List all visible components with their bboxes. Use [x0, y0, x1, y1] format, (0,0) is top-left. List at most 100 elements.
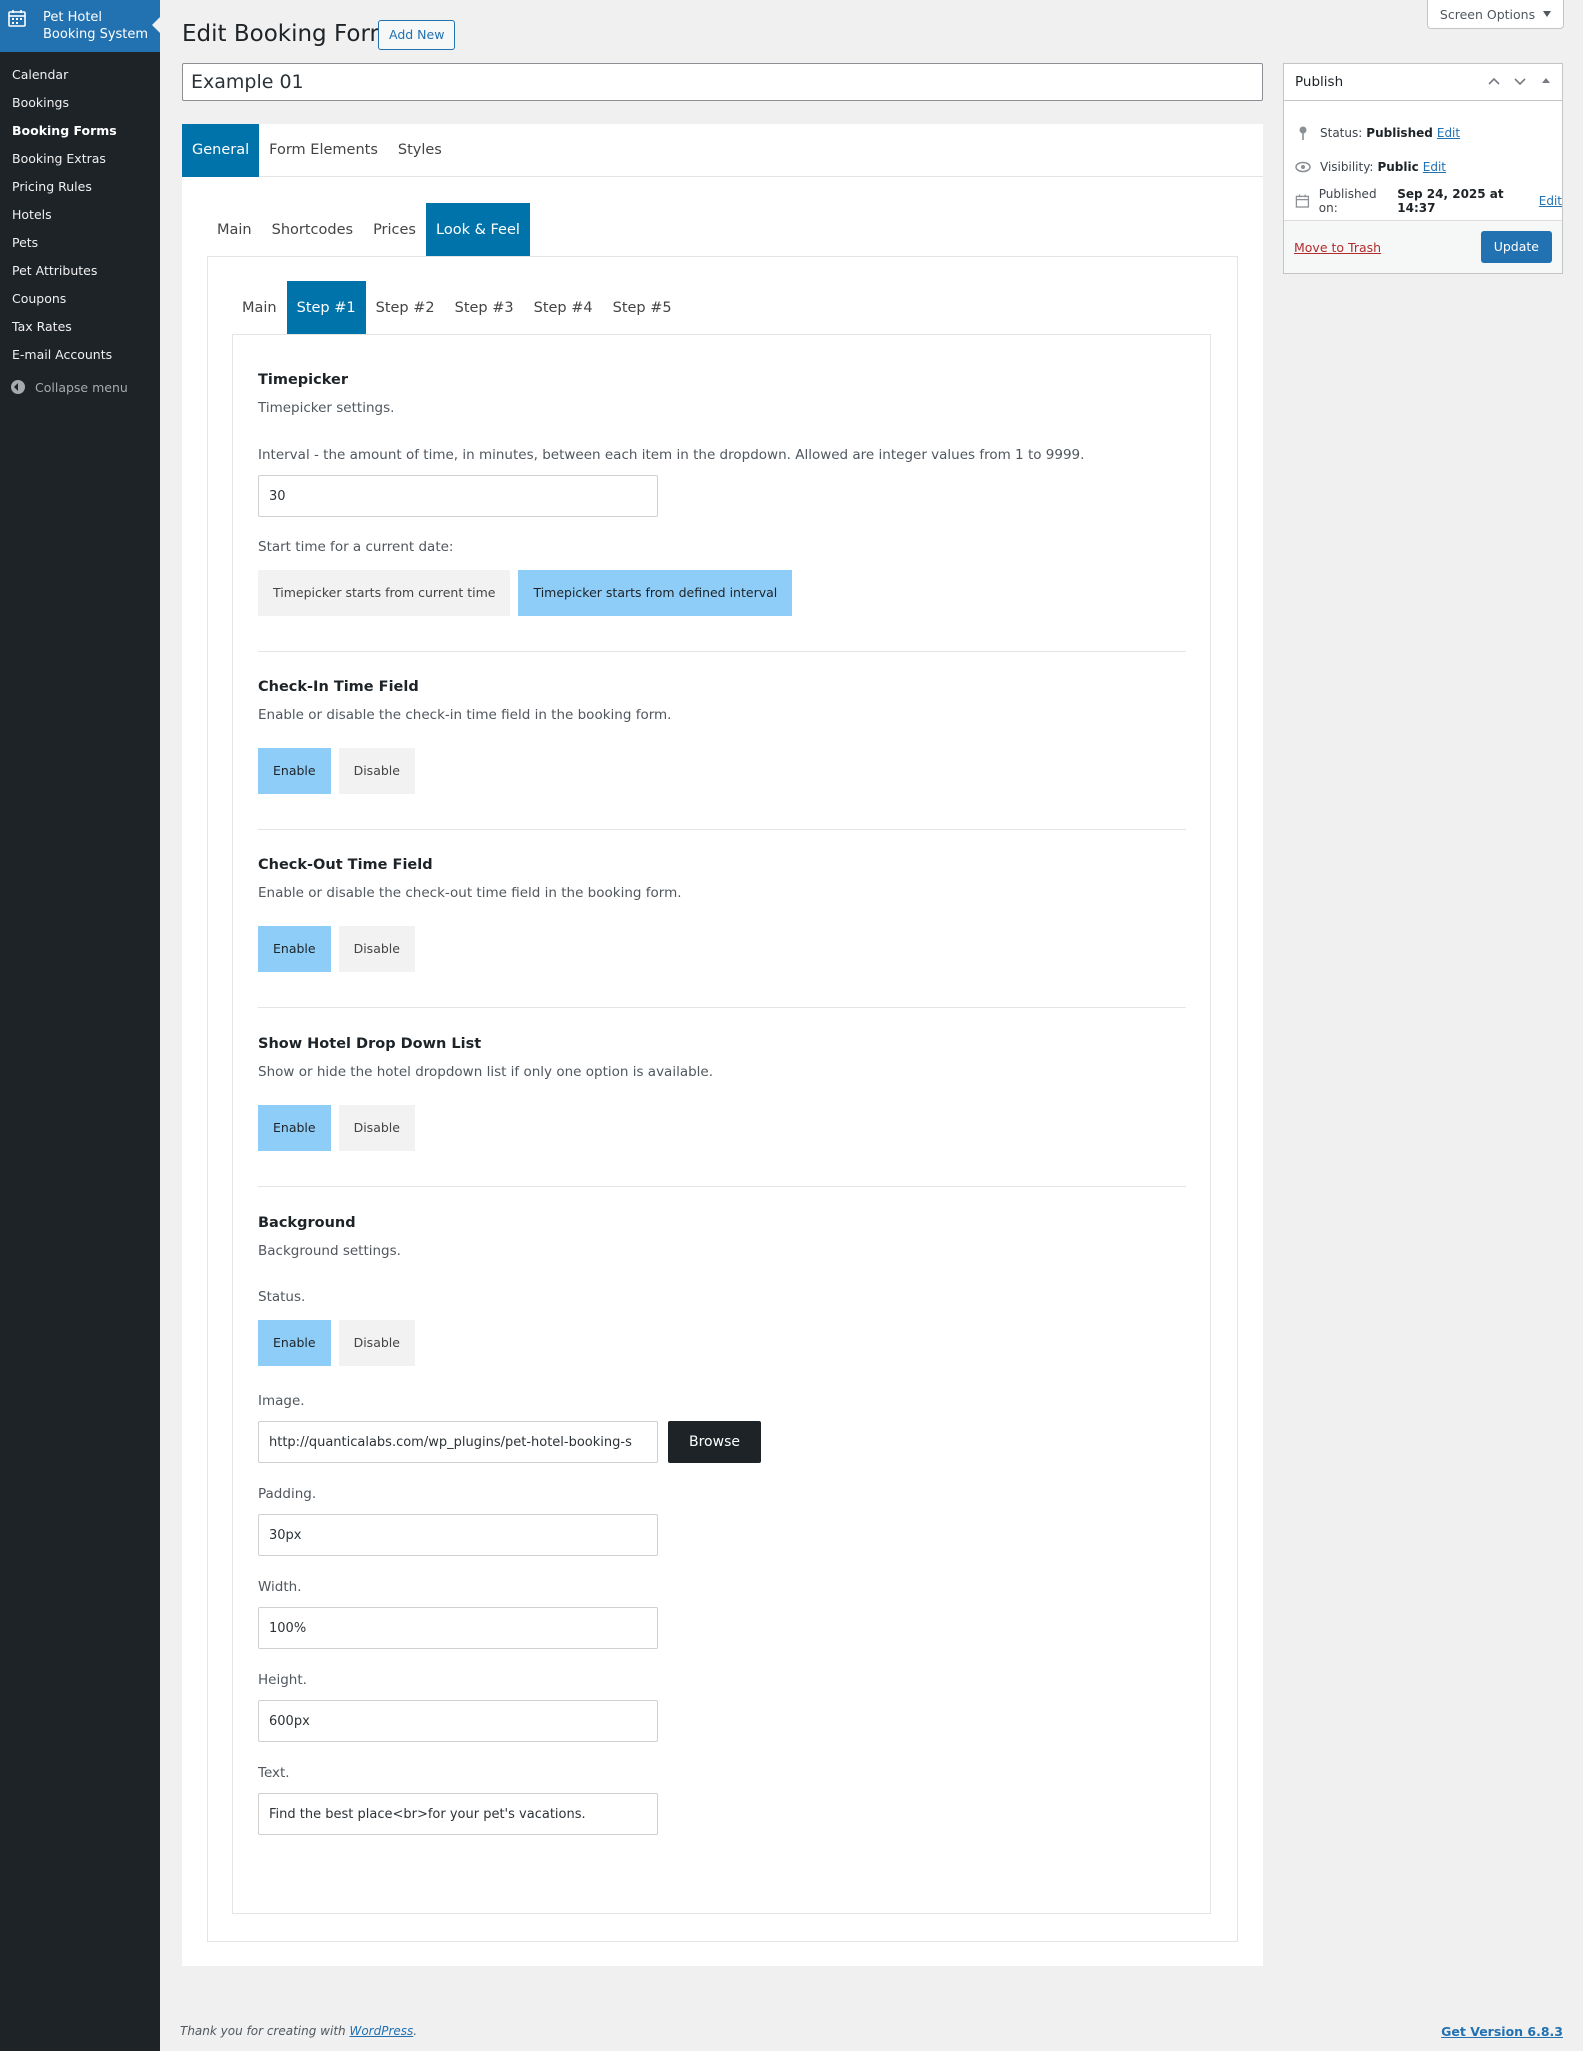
- checkin-disable-button[interactable]: Disable: [338, 748, 415, 794]
- checkin-desc: Enable or disable the check-in time fiel…: [258, 707, 672, 723]
- footer-thanks-suffix: .: [413, 2024, 418, 2038]
- timepicker-desc: Timepicker settings.: [258, 400, 395, 416]
- tab-prices[interactable]: Prices: [363, 203, 426, 257]
- width-label: Width.: [258, 1579, 302, 1595]
- sidebar-item-bookings[interactable]: Bookings: [0, 89, 160, 117]
- background-status-label: Status.: [258, 1289, 306, 1305]
- timepicker-defined-interval-button[interactable]: Timepicker starts from defined interval: [518, 570, 793, 616]
- browse-button[interactable]: Browse: [668, 1421, 761, 1463]
- divider: [258, 829, 1186, 830]
- calendar-icon: [8, 10, 26, 27]
- get-version-link[interactable]: Get Version 6.8.3: [1441, 2024, 1563, 2039]
- sidebar-item-email-accounts[interactable]: E-mail Accounts: [0, 341, 160, 369]
- image-row: http://quanticalabs.com/wp_plugins/pet-h…: [258, 1421, 1186, 1463]
- tab-inner-main[interactable]: Main: [232, 281, 287, 335]
- divider: [258, 1186, 1186, 1187]
- tabs-inner: Main Step #1 Step #2 Step #3 Step #4 Ste…: [232, 281, 1211, 335]
- screen-options-label: Screen Options: [1439, 6, 1536, 22]
- divider: [258, 1007, 1186, 1008]
- width-input[interactable]: 100%: [258, 1607, 658, 1649]
- sidebar-item-coupons[interactable]: Coupons: [0, 285, 160, 313]
- start-time-label: Start time for a current date:: [258, 539, 454, 555]
- tab-step-4[interactable]: Step #4: [524, 281, 603, 335]
- add-new-button[interactable]: Add New: [378, 20, 456, 50]
- padding-label: Padding.: [258, 1486, 317, 1502]
- sidebar-item-hotels[interactable]: Hotels: [0, 201, 160, 229]
- publish-status-row: Status: Published Edit: [1284, 116, 1562, 150]
- tab-form-elements[interactable]: Form Elements: [259, 124, 388, 177]
- wordpress-link[interactable]: WordPress: [349, 2024, 413, 2038]
- sidebar-item-pets[interactable]: Pets: [0, 229, 160, 257]
- publish-box: Publish Status: Published Edit Visibilit…: [1283, 63, 1563, 274]
- status-label: Status:: [1320, 126, 1363, 140]
- collapse-menu-button[interactable]: Collapse menu: [0, 372, 160, 402]
- update-button[interactable]: Update: [1480, 231, 1552, 263]
- background-text-input[interactable]: Find the best place<br>for your pet's va…: [258, 1793, 658, 1835]
- checkin-title: Check-In Time Field: [258, 679, 419, 695]
- move-to-trash-link[interactable]: Move to Trash: [1294, 240, 1381, 255]
- toggle-panel-icon[interactable]: [1538, 73, 1554, 89]
- padding-input[interactable]: 30px: [258, 1514, 658, 1556]
- tab-step-3[interactable]: Step #3: [445, 281, 524, 335]
- sidebar-item-booking-extras[interactable]: Booking Extras: [0, 145, 160, 173]
- hotel-dropdown-desc: Show or hide the hotel dropdown list if …: [258, 1064, 714, 1080]
- checkout-title: Check-Out Time Field: [258, 857, 433, 873]
- form-title-input[interactable]: [182, 63, 1263, 101]
- tab-shortcodes[interactable]: Shortcodes: [262, 203, 363, 257]
- published-label: Published on:: [1318, 187, 1377, 215]
- sidebar-item-pet-attributes[interactable]: Pet Attributes: [0, 257, 160, 285]
- step-1-content: Timepicker Timepicker settings. Interval…: [258, 372, 1186, 1835]
- background-title: Background: [258, 1215, 356, 1231]
- hotel-dropdown-toggle: Enable Disable: [258, 1105, 1186, 1151]
- background-image-input[interactable]: http://quanticalabs.com/wp_plugins/pet-h…: [258, 1421, 658, 1463]
- checkout-disable-button[interactable]: Disable: [338, 926, 415, 972]
- eye-icon: [1295, 161, 1311, 173]
- tab-step-1[interactable]: Step #1: [286, 281, 366, 335]
- sidebar-item-tax-rates[interactable]: Tax Rates: [0, 313, 160, 341]
- background-disable-button[interactable]: Disable: [338, 1320, 415, 1366]
- text-label: Text.: [258, 1765, 290, 1781]
- tab-look-and-feel[interactable]: Look & Feel: [426, 203, 530, 257]
- publish-visibility-row: Visibility: Public Edit: [1284, 150, 1562, 184]
- sidebar-item-pricing-rules[interactable]: Pricing Rules: [0, 173, 160, 201]
- height-input[interactable]: 600px: [258, 1700, 658, 1742]
- visibility-edit-link[interactable]: Edit: [1423, 160, 1446, 174]
- background-enable-button[interactable]: Enable: [258, 1320, 331, 1366]
- screen-options-button[interactable]: Screen Options: [1427, 0, 1564, 29]
- calendar-icon: [1295, 194, 1310, 208]
- admin-sidebar: Pet Hotel Booking System Calendar Bookin…: [0, 0, 160, 2051]
- publish-header: Publish: [1284, 64, 1562, 101]
- visibility-value: Public: [1377, 160, 1419, 174]
- tab-step-5[interactable]: Step #5: [603, 281, 682, 335]
- timepicker-current-time-button[interactable]: Timepicker starts from current time: [258, 570, 511, 616]
- tabs-mid: Main Shortcodes Prices Look & Feel: [207, 203, 1238, 257]
- interval-label: Interval - the amount of time, in minute…: [258, 447, 1085, 463]
- tab-step-2[interactable]: Step #2: [366, 281, 445, 335]
- hotel-dropdown-disable-button[interactable]: Disable: [338, 1105, 415, 1151]
- hotel-dropdown-enable-button[interactable]: Enable: [258, 1105, 331, 1151]
- published-edit-link[interactable]: Edit: [1539, 194, 1562, 208]
- tab-general[interactable]: General: [182, 124, 260, 177]
- publish-actions: Move to Trash Update: [1284, 220, 1562, 273]
- pin-icon: [1299, 126, 1307, 140]
- checkin-enable-button[interactable]: Enable: [258, 748, 331, 794]
- publish-body: Status: Published Edit Visibility: Publi…: [1284, 101, 1562, 218]
- tab-styles[interactable]: Styles: [388, 124, 452, 177]
- status-value: Published: [1366, 126, 1433, 140]
- publish-title: Publish: [1295, 74, 1344, 90]
- publish-controls: [1486, 73, 1554, 89]
- page-title: Edit Booking Form: [182, 21, 392, 47]
- sidebar-item-calendar[interactable]: Calendar: [0, 61, 160, 89]
- hotel-dropdown-title: Show Hotel Drop Down List: [258, 1036, 482, 1052]
- checkout-enable-button[interactable]: Enable: [258, 926, 331, 972]
- sidebar-brand[interactable]: Pet Hotel Booking System: [0, 0, 160, 52]
- status-edit-link[interactable]: Edit: [1437, 126, 1460, 140]
- tabs-top: General Form Elements Styles: [182, 124, 1263, 177]
- interval-input[interactable]: 30: [258, 475, 658, 517]
- sidebar-item-booking-forms[interactable]: Booking Forms: [0, 117, 160, 145]
- step-1-box: Timepicker Timepicker settings. Interval…: [232, 334, 1211, 1914]
- move-down-icon[interactable]: [1512, 73, 1528, 89]
- background-status-toggle: Enable Disable: [258, 1320, 1186, 1366]
- tab-main[interactable]: Main: [207, 203, 262, 257]
- move-up-icon[interactable]: [1486, 73, 1502, 89]
